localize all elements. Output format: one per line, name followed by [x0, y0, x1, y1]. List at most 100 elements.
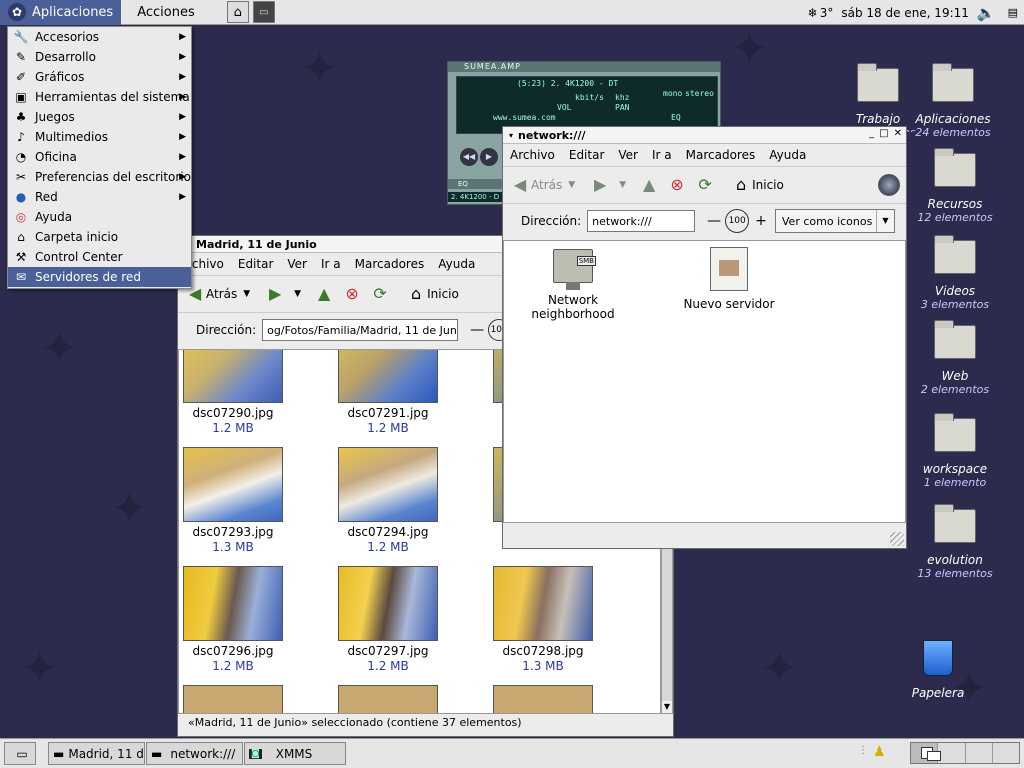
- menu-item-graficos[interactable]: ✐ Gráficos ▶: [8, 67, 191, 87]
- desktop-icon-workspace[interactable]: workspace 1 elemento: [900, 413, 1010, 489]
- xmms-eq-button[interactable]: EQ: [671, 113, 681, 122]
- file-name[interactable]: dsc07296.jpg: [179, 644, 308, 658]
- file-name[interactable]: dsc07297.jpg: [313, 644, 463, 658]
- zoom-out-icon[interactable]: —: [707, 213, 721, 229]
- workspace-4[interactable]: [992, 743, 1019, 763]
- location-input[interactable]: network:///: [587, 210, 696, 232]
- play-icon[interactable]: ▶: [480, 148, 498, 166]
- photo-thumbnail[interactable]: [183, 685, 283, 713]
- xmms-titlebar[interactable]: SUMEA.AMP: [448, 62, 720, 72]
- new-server-item[interactable]: Nuevo servidor: [674, 247, 784, 311]
- home-launcher-icon[interactable]: ⌂: [226, 1, 249, 23]
- menu-item-preferencias[interactable]: ✂ Preferencias del escritorio ▶: [8, 167, 191, 187]
- workspace-1[interactable]: [911, 743, 941, 763]
- menu-marcadores[interactable]: Marcadores: [679, 148, 763, 162]
- menu-ir-a[interactable]: Ir a: [645, 148, 679, 162]
- window-menu-icon[interactable]: ▾: [509, 131, 513, 140]
- forward-button[interactable]: ▶ ▼: [264, 285, 301, 303]
- task-network-window[interactable]: ▬ network:///: [146, 742, 243, 765]
- back-button[interactable]: ◀ Atrás ▼: [184, 285, 250, 303]
- task-madrid-window[interactable]: ▬Madrid, 11 de J: [48, 742, 145, 765]
- menu-item-servidores-de-red[interactable]: ✉ Servidores de red: [8, 267, 191, 287]
- network-file-window[interactable]: ▾ network:/// _ □ ✕ Archivo Editar Ver Ir …: [502, 126, 907, 549]
- applications-menu-button[interactable]: ✿ Aplicaciones: [0, 0, 122, 25]
- menu-item-control-center[interactable]: ⚒ Control Center: [8, 247, 191, 267]
- desktop-icon-recursos[interactable]: Recursos 12 elementos: [900, 148, 1010, 224]
- previous-icon[interactable]: ◀◀: [460, 148, 478, 166]
- menu-ir-a[interactable]: Ir a: [314, 257, 348, 271]
- file-name[interactable]: dsc07293.jpg: [179, 525, 308, 539]
- menu-editar[interactable]: Editar: [231, 257, 281, 271]
- keyboard-icon[interactable]: ▤: [1008, 6, 1018, 19]
- weather-temperature[interactable]: 3°: [820, 6, 834, 20]
- network-neighborhood-item[interactable]: SMB Network neighborhood: [510, 249, 636, 321]
- menu-item-juegos[interactable]: ♣ Juegos ▶: [8, 107, 191, 127]
- close-icon[interactable]: ✕: [894, 128, 902, 139]
- menu-ayuda[interactable]: Ayuda: [431, 257, 482, 271]
- menu-item-carpeta-inicio[interactable]: ⌂ Carpeta inicio: [8, 227, 191, 247]
- home-button[interactable]: ⌂ Inicio: [405, 285, 459, 303]
- resize-grip-icon[interactable]: [890, 532, 904, 546]
- location-input[interactable]: og/Fotos/Familia/Madrid, 11 de Junio: [262, 319, 459, 341]
- desktop-icon-web[interactable]: Web 2 elementos: [900, 320, 1010, 396]
- home-button[interactable]: ⌂ Inicio: [730, 176, 784, 194]
- menu-ver[interactable]: Ver: [280, 257, 314, 271]
- up-button[interactable]: ▲: [638, 176, 660, 194]
- menu-archivo[interactable]: Archivo: [503, 148, 562, 162]
- maximize-icon[interactable]: □: [879, 128, 888, 139]
- photo-thumbnail[interactable]: [338, 566, 438, 641]
- workspace-2[interactable]: [938, 743, 966, 763]
- menu-item-ayuda[interactable]: ◎ Ayuda: [8, 207, 191, 227]
- menu-editar[interactable]: Editar: [562, 148, 612, 162]
- volume-icon[interactable]: 🔈: [977, 4, 996, 22]
- task-xmms-window[interactable]: ◙ XMMS: [244, 742, 346, 765]
- photo-thumbnail[interactable]: [493, 685, 593, 713]
- forward-button[interactable]: ▶ ▼: [589, 176, 626, 194]
- photo-thumbnail[interactable]: [338, 350, 438, 403]
- view-as-select[interactable]: Ver como iconos ▼: [774, 209, 895, 233]
- stop-button[interactable]: ⊗: [341, 285, 363, 303]
- menu-item-desarrollo[interactable]: ✎ Desarrollo ▶: [8, 47, 191, 67]
- menu-ver[interactable]: Ver: [611, 148, 645, 162]
- desktop-icon-aplicaciones[interactable]: Aplicaciones 24 elementos: [898, 63, 1008, 139]
- zoom-level[interactable]: 100: [725, 209, 750, 233]
- terminal-launcher-icon[interactable]: ▭: [252, 1, 275, 23]
- back-button[interactable]: ◀ Atrás ▼: [509, 176, 575, 194]
- workspace-3[interactable]: [965, 743, 993, 763]
- up-button[interactable]: ▲: [313, 285, 335, 303]
- photo-thumbnail[interactable]: [338, 685, 438, 713]
- chevron-down-icon[interactable]: ▼: [568, 180, 575, 190]
- zoom-out-icon[interactable]: —: [470, 322, 484, 338]
- photo-thumbnail[interactable]: [493, 566, 593, 641]
- menu-item-oficina[interactable]: ◔ Oficina ▶: [8, 147, 191, 167]
- weather-icon[interactable]: ❄: [808, 6, 818, 20]
- menu-item-accesorios[interactable]: 🔧 Accesorios ▶: [8, 27, 191, 47]
- drag-handle[interactable]: ⋮: [858, 745, 868, 756]
- chevron-down-icon[interactable]: ▼: [294, 289, 301, 299]
- chevron-down-icon[interactable]: ▼: [619, 180, 626, 190]
- photo-thumbnail[interactable]: [183, 350, 283, 403]
- reload-button[interactable]: ⟳: [369, 285, 391, 303]
- photo-thumbnail[interactable]: [183, 447, 283, 522]
- scroll-down-icon[interactable]: ▼: [662, 701, 672, 713]
- menu-item-multimedios[interactable]: ♪ Multimedios ▶: [8, 127, 191, 147]
- network-titlebar[interactable]: ▾ network:/// _ □ ✕: [503, 127, 906, 144]
- chevron-down-icon[interactable]: ▼: [243, 289, 250, 299]
- workspace-switcher[interactable]: [910, 742, 1020, 764]
- minimize-icon[interactable]: _: [869, 128, 874, 139]
- menu-ayuda[interactable]: Ayuda: [762, 148, 813, 162]
- file-name[interactable]: dsc07294.jpg: [313, 525, 463, 539]
- desktop-icon-videos[interactable]: Videos 3 elementos: [900, 235, 1010, 311]
- file-name[interactable]: dsc07291.jpg: [313, 406, 463, 420]
- file-name[interactable]: dsc07290.jpg: [179, 406, 308, 420]
- photo-thumbnail[interactable]: [183, 566, 283, 641]
- desktop-icon-papelera[interactable]: Papelera: [883, 640, 993, 700]
- show-desktop-button[interactable]: ▭: [4, 742, 36, 765]
- reload-button[interactable]: ⟳: [694, 176, 716, 194]
- menu-item-herramientas[interactable]: ▣ Herramientas del sistema ▶: [8, 87, 191, 107]
- notification-figure-icon[interactable]: ♟: [873, 744, 886, 760]
- stop-button[interactable]: ⊗: [666, 176, 688, 194]
- file-name[interactable]: dsc07298.jpg: [468, 644, 618, 658]
- zoom-in-icon[interactable]: +: [755, 213, 767, 229]
- menu-marcadores[interactable]: Marcadores: [348, 257, 432, 271]
